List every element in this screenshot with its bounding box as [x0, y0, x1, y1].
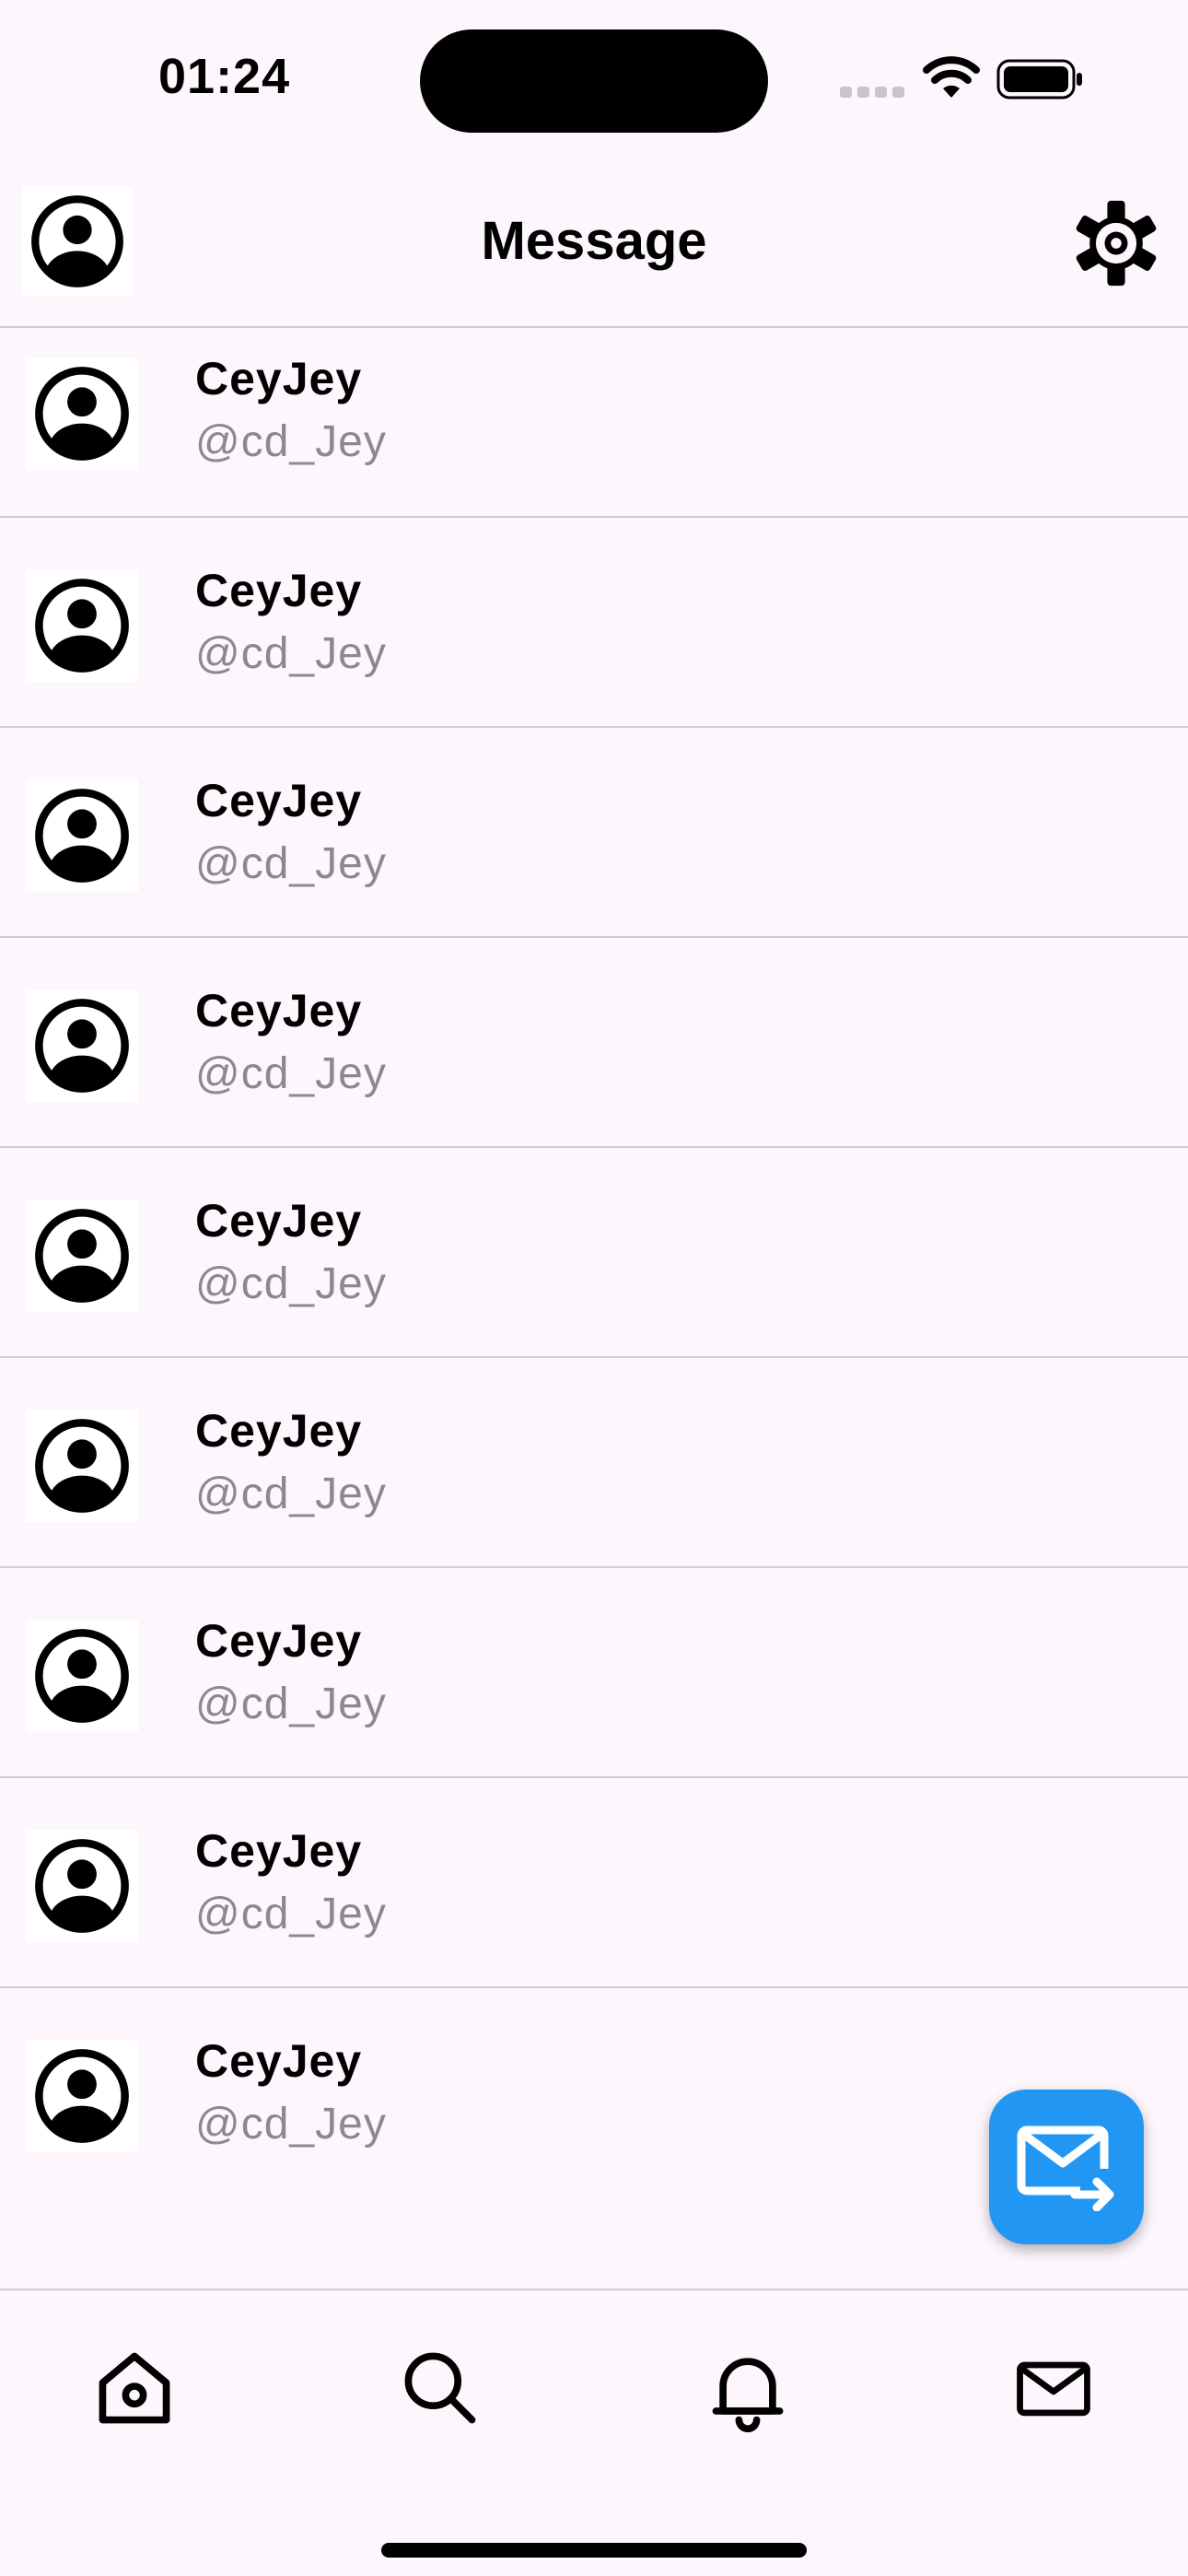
message-list: CeyJey @cd_Jey CeyJey @cd_Jey CeyJey @cd…: [0, 330, 1188, 2198]
nav-search[interactable]: [396, 2344, 484, 2432]
message-list-item[interactable]: CeyJey @cd_Jey: [0, 518, 1188, 728]
contact-name: CeyJey: [195, 353, 363, 404]
account-circle-icon: [35, 367, 129, 461]
avatar: [26, 2040, 138, 2152]
contact-handle: @cd_Jey: [195, 1890, 387, 1938]
avatar: [26, 1830, 138, 1942]
contact-name: CeyJey: [195, 985, 363, 1036]
contact-handle: @cd_Jey: [195, 1680, 387, 1728]
compose-message-button[interactable]: [989, 2090, 1144, 2244]
contact-handle: @cd_Jey: [195, 1469, 387, 1518]
nav-home[interactable]: [90, 2344, 179, 2432]
account-circle-icon: [35, 789, 129, 883]
mail-icon: [1017, 2361, 1090, 2417]
message-list-item[interactable]: CeyJey @cd_Jey: [0, 1358, 1188, 1568]
avatar: [26, 1410, 138, 1522]
contact-name: CeyJey: [195, 1825, 363, 1877]
nav-notifications[interactable]: [704, 2344, 792, 2432]
message-list-item[interactable]: CeyJey @cd_Jey: [0, 938, 1188, 1148]
contact-name: CeyJey: [195, 775, 363, 826]
account-circle-icon: [35, 1209, 129, 1303]
battery-icon: [996, 59, 1082, 100]
account-circle-icon: [35, 1419, 129, 1513]
bottom-navigation: [0, 2289, 1188, 2576]
account-circle-icon: [35, 1629, 129, 1723]
avatar: [26, 357, 138, 470]
contact-handle: @cd_Jey: [195, 629, 387, 678]
avatar: [26, 779, 138, 892]
avatar: [26, 1200, 138, 1312]
avatar: [26, 1620, 138, 1732]
contact-name: CeyJey: [195, 565, 363, 616]
settings-button[interactable]: [1072, 199, 1160, 287]
home-icon: [99, 2352, 170, 2424]
message-list-item[interactable]: CeyJey @cd_Jey: [0, 1568, 1188, 1778]
search-icon: [404, 2352, 476, 2424]
gear-icon: [1076, 200, 1157, 287]
account-circle-icon: [35, 1839, 129, 1933]
contact-name: CeyJey: [195, 1615, 363, 1667]
account-circle-icon: [35, 2049, 129, 2143]
account-circle-icon: [35, 999, 129, 1093]
home-indicator[interactable]: [381, 2543, 807, 2558]
contact-handle: @cd_Jey: [195, 1259, 387, 1308]
message-list-item[interactable]: CeyJey @cd_Jey: [0, 1148, 1188, 1358]
contact-handle: @cd_Jey: [195, 1049, 387, 1098]
message-list-item[interactable]: CeyJey @cd_Jey: [0, 1778, 1188, 1988]
contact-name: CeyJey: [195, 2035, 363, 2087]
message-list-item[interactable]: CeyJey @cd_Jey: [0, 330, 1188, 518]
account-circle-icon: [35, 579, 129, 673]
status-bar: 01:24: [0, 0, 1188, 157]
contact-handle: @cd_Jey: [195, 417, 387, 466]
contact-handle: @cd_Jey: [195, 2100, 387, 2149]
status-time: 01:24: [158, 49, 291, 104]
contact-name: CeyJey: [195, 1195, 363, 1247]
mail-forward-icon: [1017, 2125, 1114, 2211]
cellular-signal-icon: [840, 87, 906, 100]
message-list-item[interactable]: CeyJey @cd_Jey: [0, 728, 1188, 938]
avatar: [26, 989, 138, 1102]
app-header: Message: [0, 157, 1188, 328]
avatar: [26, 569, 138, 682]
bell-icon: [712, 2358, 784, 2432]
page-title: Message: [481, 211, 707, 271]
contact-name: CeyJey: [195, 1405, 363, 1457]
contact-handle: @cd_Jey: [195, 839, 387, 888]
messages-screen: 01:24 Message CeyJey @cd_Jey CeyJey @cd_…: [0, 0, 1188, 2576]
nav-messages[interactable]: [1009, 2344, 1098, 2432]
wifi-icon: [923, 56, 980, 98]
dynamic-island: [420, 29, 768, 133]
